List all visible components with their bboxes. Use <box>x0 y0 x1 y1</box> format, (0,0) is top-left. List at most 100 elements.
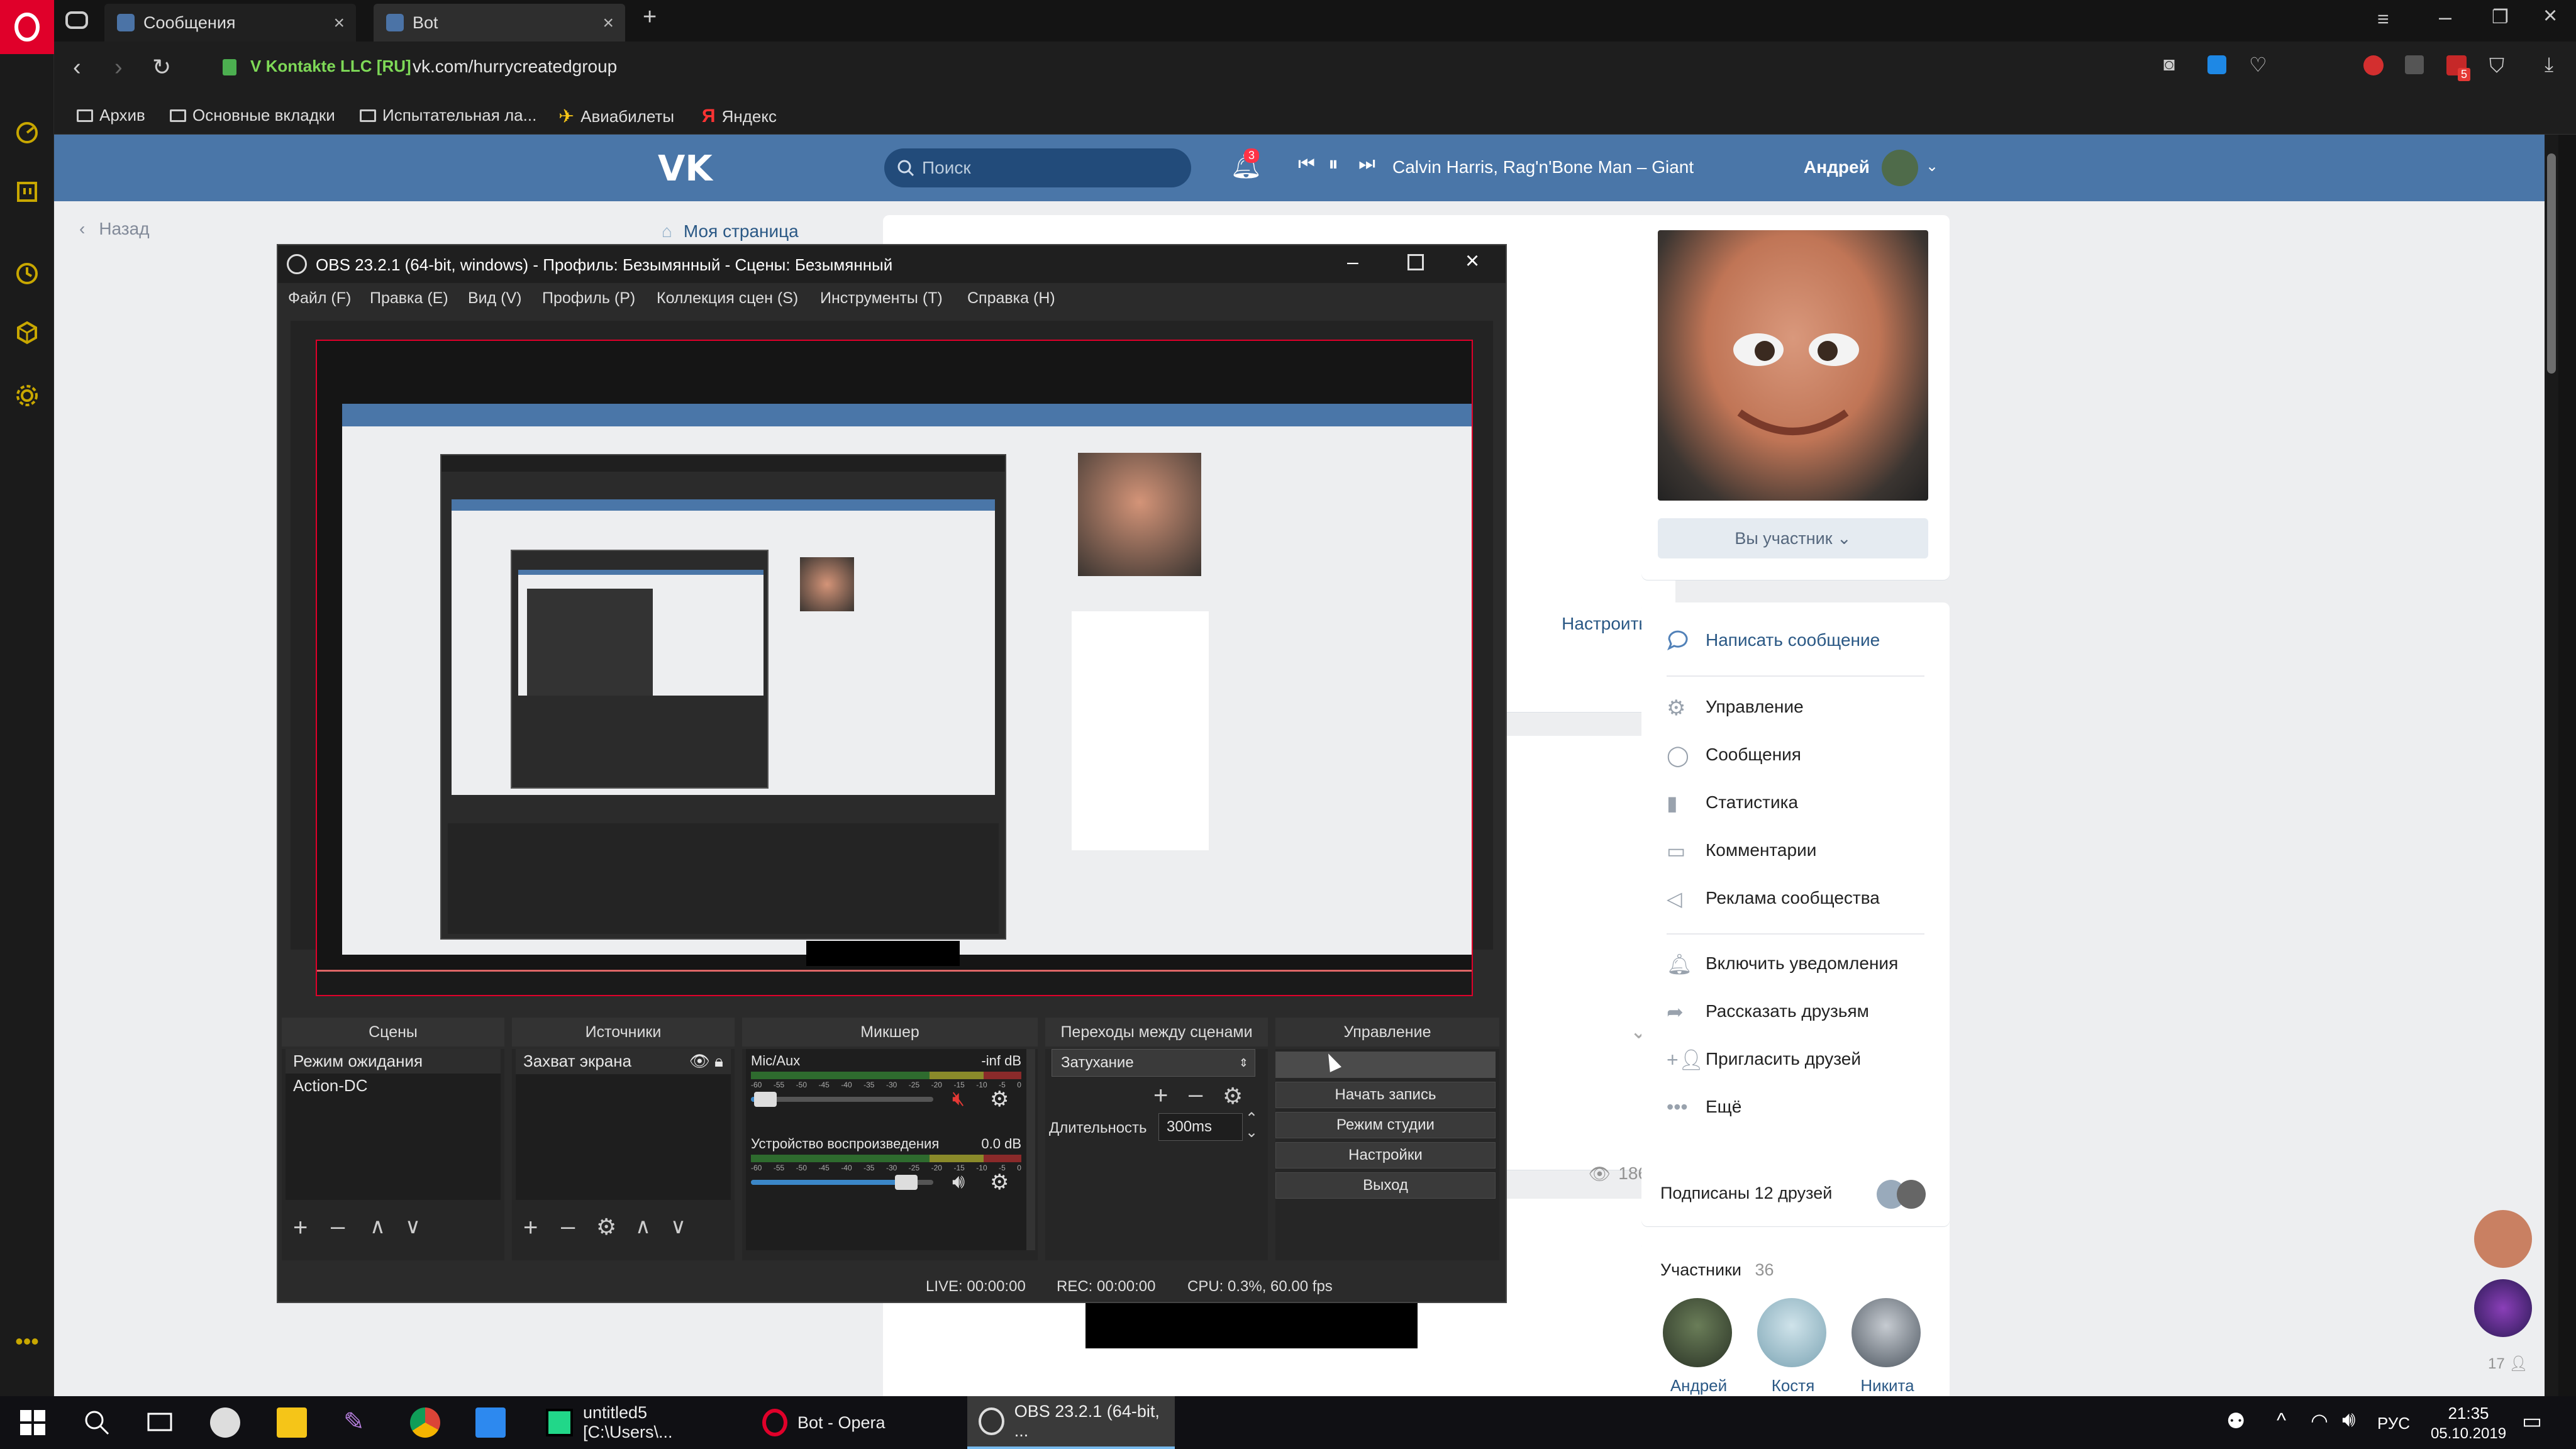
bookmark-archive[interactable]: Архив <box>77 106 145 125</box>
task-view-icon[interactable] <box>145 1407 175 1438</box>
menu-scene-collection[interactable]: Коллекция сцен (S) <box>657 289 798 308</box>
close-icon[interactable]: × <box>1465 248 1479 275</box>
more-dots-icon[interactable]: ••• <box>14 1328 40 1355</box>
transition-settings-icon[interactable]: ⚙ <box>1223 1083 1243 1109</box>
prev-track-icon[interactable]: ⏮ <box>1298 153 1315 175</box>
taskbar-app-pycharm[interactable]: untitled5 [C:\Users\... <box>535 1396 748 1449</box>
my-page-link[interactable]: ⌂ Моя страница <box>662 221 799 242</box>
settings-button[interactable]: Настройки <box>1275 1142 1496 1169</box>
member-avatar[interactable] <box>1757 1298 1826 1367</box>
duration-stepper[interactable]: ⌃ ⌄ <box>1245 1111 1258 1140</box>
menu-profile[interactable]: Профиль (P) <box>542 289 635 308</box>
tab-bot[interactable]: Bot × <box>374 4 625 42</box>
minimize-icon[interactable]: – <box>1347 250 1358 274</box>
tray-chevron-icon[interactable]: ^ <box>2277 1409 2286 1432</box>
minimize-icon[interactable]: – <box>2439 4 2451 30</box>
obs-window[interactable]: OBS 23.2.1 (64-bit, windows) - Профиль: … <box>277 244 1507 1303</box>
bookmark-lab[interactable]: Испытательная ла... <box>360 106 536 125</box>
now-playing[interactable]: Calvin Harris, Rag'n'Bone Man – Giant <box>1392 157 1694 177</box>
next-track-icon[interactable]: ⏭ <box>1358 153 1375 175</box>
menu-item-messages[interactable]: ◯ Сообщения <box>1667 743 1801 767</box>
clock-date[interactable]: 05.10.2019 <box>2428 1425 2509 1443</box>
volume-slider[interactable] <box>751 1175 933 1190</box>
maximize-icon[interactable] <box>1407 254 1424 270</box>
tab-menu-list-icon[interactable]: ≡ <box>2377 8 2389 31</box>
extensions-cube-icon[interactable] <box>14 319 40 346</box>
back-link[interactable]: ‹ Назад <box>79 219 150 239</box>
action-center-icon[interactable]: ▭ <box>2522 1409 2542 1434</box>
user-name[interactable]: Андрей <box>1804 157 1870 177</box>
vk-logo-icon[interactable]: VK <box>658 148 713 189</box>
menu-tools[interactable]: Инструменты (T) <box>820 289 943 308</box>
opera-logo-icon[interactable] <box>0 0 54 54</box>
shield-ext-icon[interactable] <box>2207 55 2226 74</box>
exit-button[interactable]: Выход <box>1275 1172 1496 1199</box>
speaker-icon[interactable]: 🔊︎ <box>952 1170 965 1194</box>
menu-item-share[interactable]: ➦ Рассказать друзьям <box>1667 1000 1869 1023</box>
avatar[interactable] <box>1882 150 1918 186</box>
file-explorer-icon[interactable] <box>277 1407 307 1438</box>
camera-icon[interactable]: ◙ <box>2163 54 2175 75</box>
start-recording-button[interactable]: Начать запись <box>1275 1082 1496 1108</box>
member-name[interactable]: Никита <box>1853 1376 1922 1396</box>
move-up-icon[interactable]: ∧ <box>635 1214 651 1239</box>
tab-menu-icon[interactable] <box>64 9 89 31</box>
menu-help[interactable]: Справка (H) <box>967 289 1055 308</box>
taskbar-app-opera[interactable]: Bot - Opera <box>751 1396 965 1449</box>
remove-transition-icon[interactable]: – <box>1189 1080 1202 1109</box>
menu-item-more[interactable]: ••• Ещё <box>1667 1096 1741 1118</box>
studio-mode-button[interactable]: Режим студии <box>1275 1112 1496 1138</box>
muted-speaker-icon[interactable]: 🔇︎ <box>952 1087 965 1111</box>
forward-icon[interactable]: › <box>114 54 123 81</box>
download-icon[interactable]: ⤓ <box>2545 53 2553 77</box>
source-item[interactable]: Захват экрана 👁︎ 🔒︎ <box>516 1049 731 1074</box>
add-scene-icon[interactable]: + <box>293 1214 308 1242</box>
tab-messages[interactable]: Сообщения × <box>104 4 356 42</box>
bookmark-yandex[interactable]: Я Яндекс <box>702 106 777 127</box>
taskbar-app-obs[interactable]: OBS 23.2.1 (64-bit, ... <box>967 1396 1175 1449</box>
chat-avatar[interactable] <box>2474 1279 2532 1337</box>
obs-titlebar[interactable]: OBS 23.2.1 (64-bit, windows) - Профиль: … <box>278 245 1506 283</box>
move-up-icon[interactable]: ∧ <box>370 1214 386 1239</box>
volume-slider[interactable] <box>751 1092 933 1107</box>
menu-item-manage[interactable]: ⚙ Управление <box>1667 696 1804 720</box>
menu-item-invite[interactable]: +👤︎ Пригласить друзей <box>1667 1048 1861 1071</box>
speed-dial-icon[interactable] <box>14 119 40 146</box>
app-blue-icon[interactable] <box>475 1407 506 1438</box>
member-avatar[interactable] <box>1663 1298 1732 1367</box>
settings-gear-icon[interactable] <box>14 382 40 409</box>
add-source-icon[interactable]: + <box>523 1214 538 1242</box>
start-streaming-button[interactable] <box>1275 1052 1496 1078</box>
app-icon[interactable] <box>210 1407 240 1438</box>
restore-icon[interactable]: ❐ <box>2492 6 2509 28</box>
volume-slider-handle[interactable] <box>894 1175 918 1190</box>
clock-time[interactable]: 21:35 <box>2440 1404 2497 1423</box>
close-tab-icon[interactable]: × <box>602 13 614 34</box>
obs-preview[interactable] <box>291 321 1493 996</box>
close-window-icon[interactable]: × <box>2543 3 2557 30</box>
pause-icon[interactable]: ⏸ <box>1328 152 1338 176</box>
chevron-down-icon[interactable]: ⌄ <box>1926 157 1938 175</box>
scrollbar-thumb[interactable] <box>2547 153 2556 374</box>
write-message-button[interactable]: Написать сообщение <box>1667 629 1880 652</box>
menu-item-comments[interactable]: ▭ Комментарии <box>1667 839 1816 862</box>
members-header[interactable]: Участники 36 <box>1660 1260 1774 1280</box>
menu-view[interactable]: Вид (V) <box>468 289 522 308</box>
menu-item-stats[interactable]: ▮ Статистика <box>1667 791 1798 814</box>
volume-slider-handle[interactable] <box>754 1092 777 1107</box>
scene-item[interactable]: Action-DC <box>286 1074 501 1098</box>
bookmark-flights[interactable]: ✈ Авиабилеты <box>558 106 674 128</box>
reload-icon[interactable]: ↻ <box>152 54 171 80</box>
opera-vpn-icon[interactable] <box>2363 55 2384 75</box>
lock-icon[interactable]: 🔒︎ <box>714 1052 723 1070</box>
move-down-icon[interactable]: ∨ <box>405 1214 421 1239</box>
wallet-icon[interactable] <box>2405 55 2424 74</box>
close-tab-icon[interactable]: × <box>333 13 345 34</box>
wifi-icon[interactable]: ◠ <box>2311 1409 2328 1433</box>
scene-item[interactable]: Режим ожидания <box>286 1049 501 1074</box>
site-badge[interactable]: V Kontakte LLC [RU] <box>250 57 411 76</box>
history-icon[interactable] <box>14 260 40 287</box>
twitch-icon[interactable] <box>14 180 40 206</box>
menu-edit[interactable]: Правка (E) <box>370 289 448 308</box>
pen-app-icon[interactable]: ✎ <box>343 1407 374 1438</box>
